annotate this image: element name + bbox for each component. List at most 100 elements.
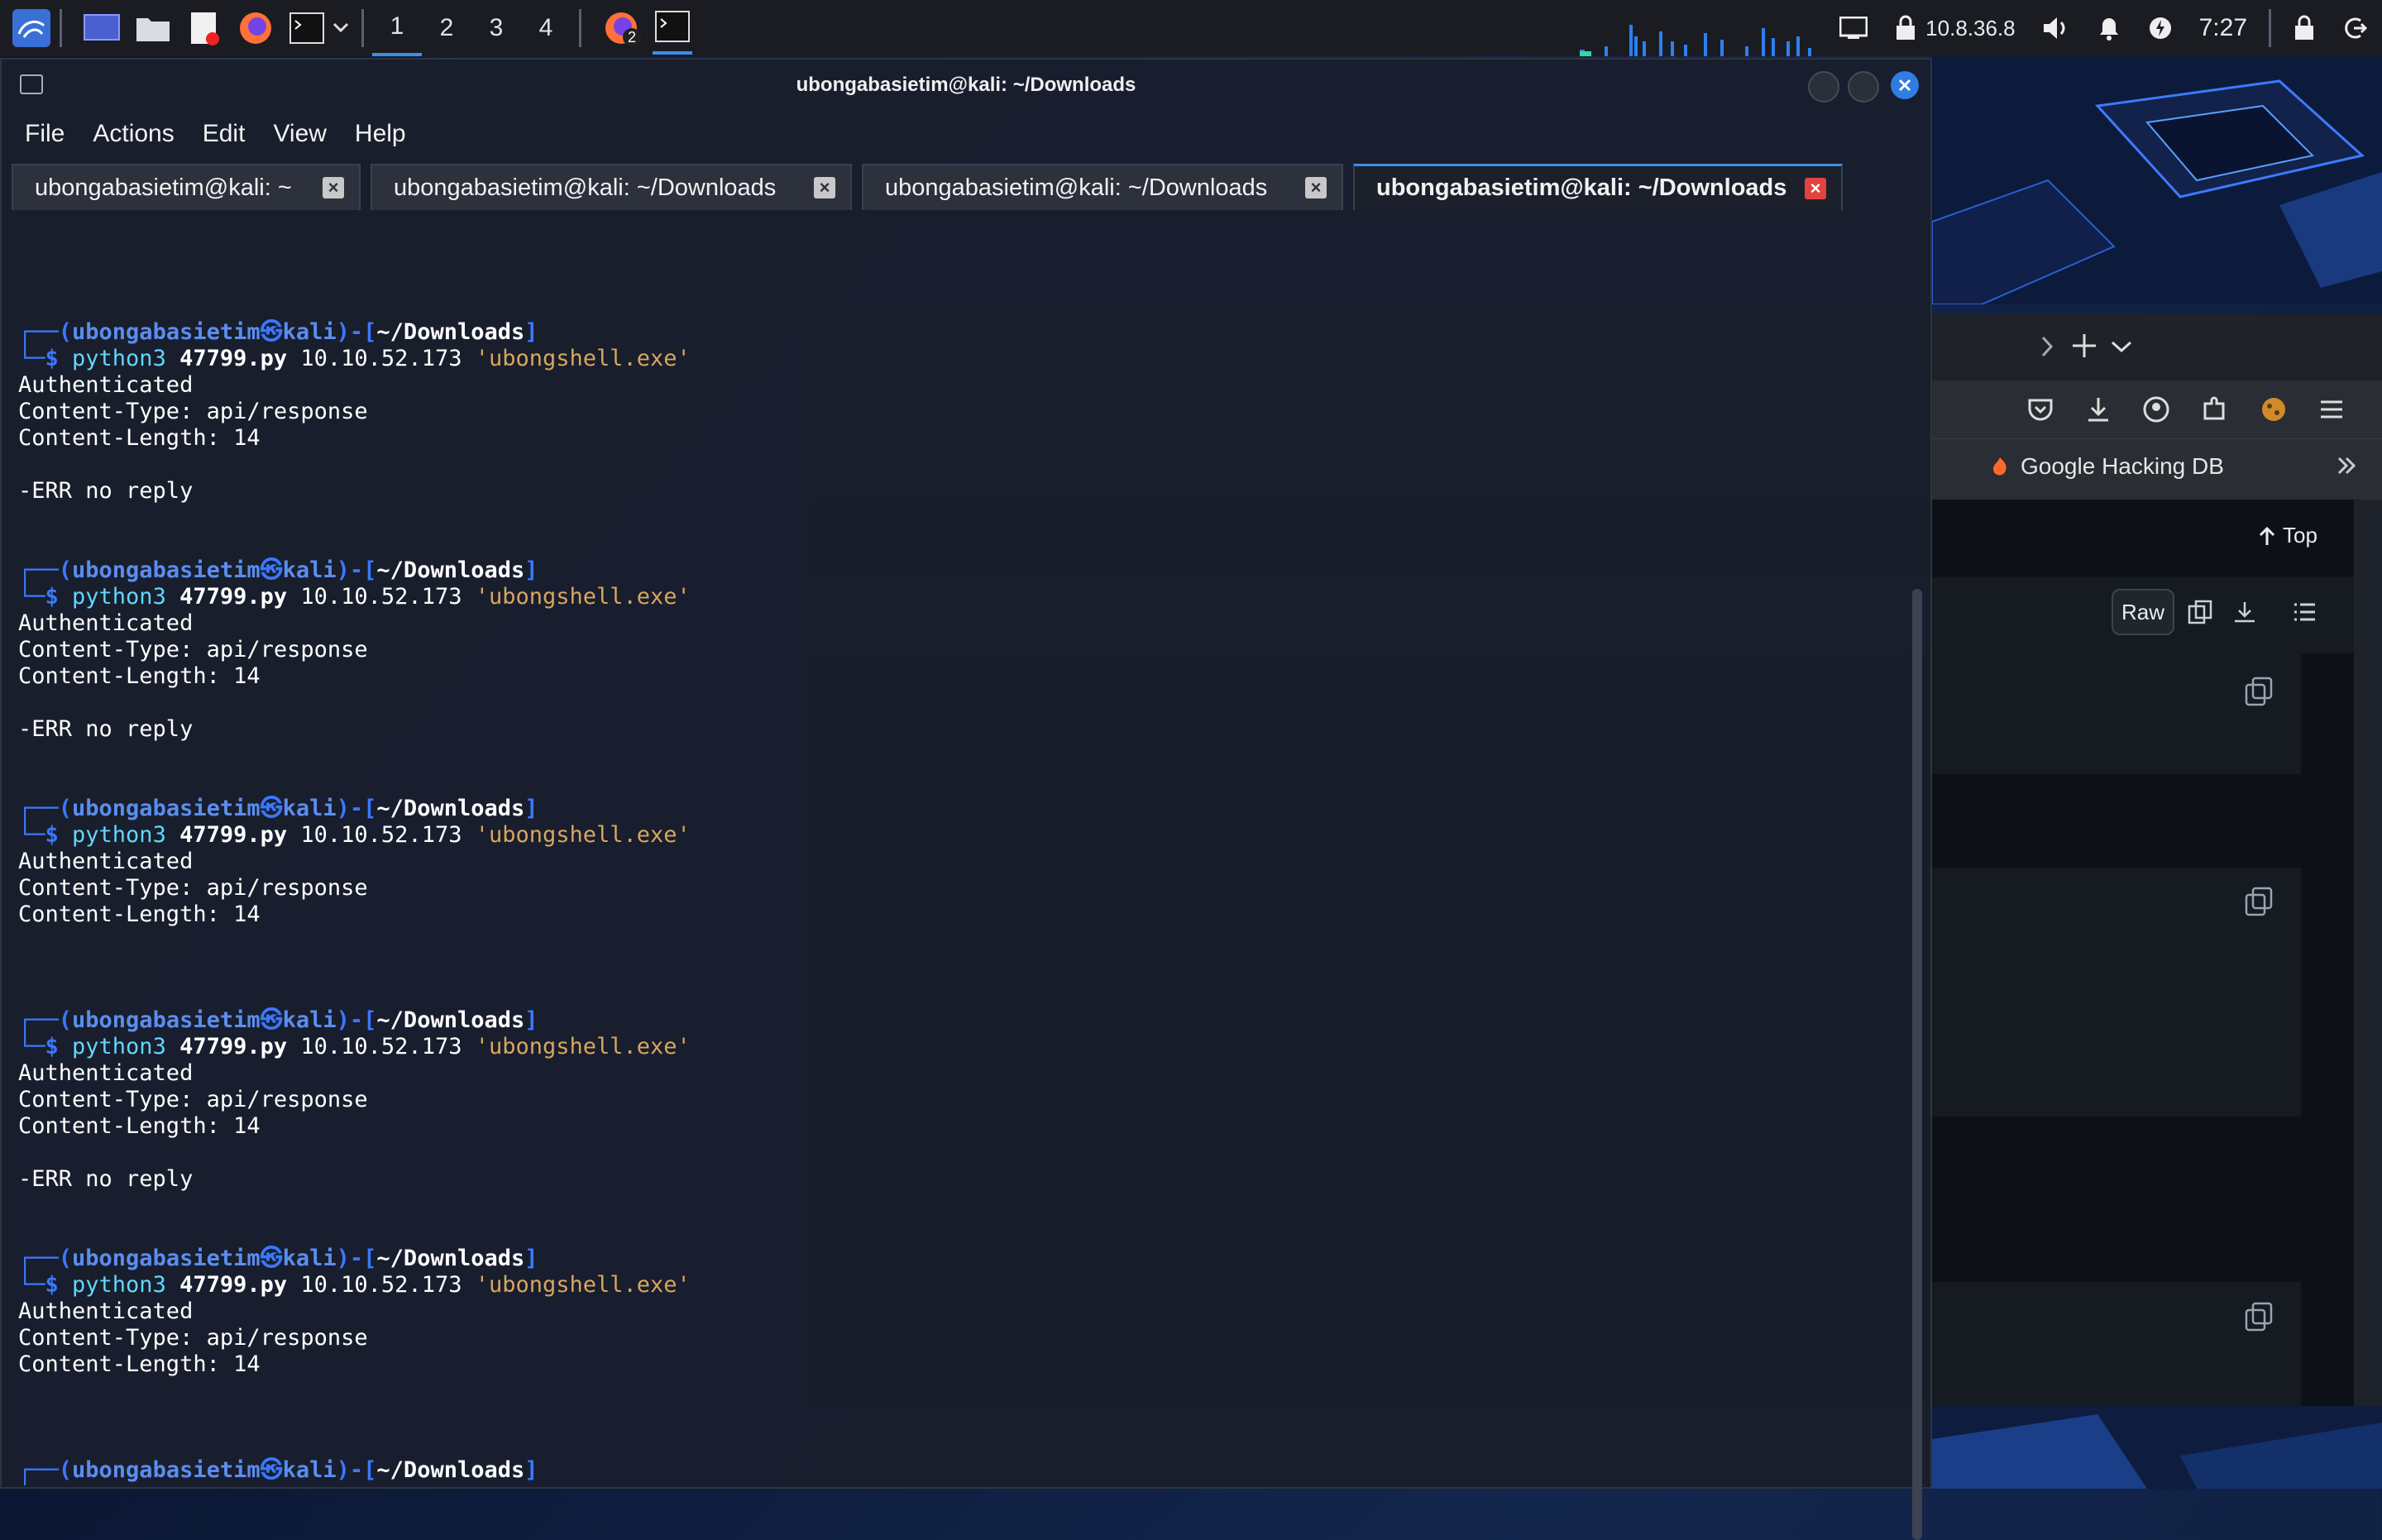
- chevron-right-icon[interactable]: [2035, 334, 2059, 359]
- terminal-tab-4[interactable]: ubongabasietim@kali: ~/Downloads ×: [1353, 164, 1843, 210]
- prompt-line: ┌──(ubongabasietim㉿kali)-[~/Downloads]: [18, 796, 538, 822]
- download-raw-icon[interactable]: [2223, 589, 2266, 635]
- output-line: Content-Length: 14: [18, 425, 261, 451]
- notification-bell-icon[interactable]: [2097, 15, 2121, 41]
- display-icon[interactable]: [1839, 17, 1868, 40]
- terminal-tab-2[interactable]: ubongabasietim@kali: ~/Downloads ×: [371, 164, 852, 210]
- system-tray: 10.8.36.8 7:27: [1826, 0, 2382, 56]
- prompt-directory: ~/Downloads: [376, 1007, 525, 1033]
- lock-screen-icon[interactable]: [2293, 15, 2316, 41]
- command-argument: 'ubongshell.exe': [475, 1034, 691, 1059]
- prompt-bracket: )-[: [336, 1457, 377, 1483]
- prompt-line: ┌──(ubongabasietim㉿kali)-[~/Downloads]: [18, 1246, 538, 1272]
- workspace-4[interactable]: 4: [521, 0, 571, 56]
- prompt-line: ┌──(ubongabasietim㉿kali)-[~/Downloads]: [18, 1007, 538, 1034]
- maximize-button[interactable]: [1848, 71, 1879, 103]
- kali-menu-icon[interactable]: [12, 8, 51, 48]
- copy-code-icon[interactable]: [2245, 887, 2278, 920]
- tab-label: ubongabasietim@kali: ~: [35, 174, 292, 201]
- more-bookmarks-icon[interactable]: [2334, 453, 2359, 485]
- terminal-launcher-icon[interactable]: [287, 8, 327, 48]
- command-script: 47799.py: [179, 822, 301, 848]
- terminal-tab-3[interactable]: ubongabasietim@kali: ~/Downloads ×: [862, 164, 1343, 210]
- show-desktop-icon[interactable]: [82, 8, 122, 48]
- bookmark-google-hacking-db[interactable]: Google Hacking DB: [1989, 453, 2224, 480]
- tab-close-icon[interactable]: ×: [1305, 177, 1327, 198]
- prompt-at: ㉿: [260, 319, 283, 345]
- browser-scrollbar[interactable]: [2354, 500, 2382, 1406]
- command-name: python3: [72, 346, 180, 371]
- tab-close-icon[interactable]: ×: [323, 177, 344, 198]
- raw-button[interactable]: Raw: [2112, 589, 2174, 635]
- text-editor-icon[interactable]: [184, 8, 224, 48]
- top-label: Top: [2283, 523, 2317, 548]
- tab-list-chevron-down-icon[interactable]: [2109, 334, 2134, 359]
- prompt-bracket: )-[: [336, 319, 377, 345]
- output-line: Content-Length: 14: [18, 902, 261, 927]
- close-button[interactable]: [1891, 71, 1919, 99]
- workspace-3[interactable]: 3: [471, 0, 521, 56]
- clock[interactable]: 7:27: [2199, 14, 2247, 42]
- prompt-user: ubongabasietim: [72, 1457, 261, 1483]
- prompt-symbol: └─$: [18, 1034, 73, 1059]
- taskbar-terminal[interactable]: [653, 2, 692, 55]
- pocket-icon[interactable]: [2026, 395, 2054, 428]
- prompt-host: kali: [282, 1457, 337, 1483]
- menu-bar: File Actions Edit View Help: [2, 111, 1930, 157]
- arrow-up-icon: [2259, 526, 2275, 545]
- copy-raw-icon[interactable]: [2179, 589, 2222, 635]
- output-line: Content-Length: 14: [18, 1351, 261, 1377]
- menu-file[interactable]: File: [25, 120, 65, 148]
- taskbar-firefox[interactable]: 2: [601, 8, 641, 48]
- power-icon[interactable]: [2148, 16, 2173, 41]
- command-line: └─$ python3 47799.py 10.10.52.173 'ubong…: [18, 1272, 691, 1298]
- command-ip: 10.10.52.173: [300, 346, 476, 371]
- prompt-bracket: ]: [524, 319, 538, 345]
- terminal-app-icon: [20, 74, 43, 94]
- prompt-bracket: ┌──(: [18, 796, 73, 821]
- menu-edit[interactable]: Edit: [203, 120, 246, 148]
- new-tab-plus-icon[interactable]: [2069, 331, 2099, 361]
- command-ip: 10.10.52.173: [300, 822, 476, 848]
- extensions-icon[interactable]: [2200, 395, 2228, 428]
- panel-separator: [361, 9, 364, 47]
- top-link[interactable]: Top: [2258, 523, 2317, 548]
- logout-icon[interactable]: [2342, 16, 2367, 41]
- command-script: 47799.py: [179, 1272, 301, 1298]
- minimize-button[interactable]: [1808, 71, 1839, 103]
- copy-code-icon[interactable]: [2245, 1302, 2278, 1335]
- tab-close-icon[interactable]: ×: [814, 177, 835, 198]
- vpn-lock-icon[interactable]: [1894, 15, 1917, 41]
- wallpaper-keyboard-image: [1932, 56, 2382, 304]
- volume-icon[interactable]: [2042, 16, 2070, 41]
- cookie-extension-icon[interactable]: [2260, 395, 2288, 428]
- prompt-bracket: )-[: [336, 796, 377, 821]
- copy-code-icon[interactable]: [2245, 677, 2278, 710]
- output-line: Authenticated: [18, 1298, 194, 1324]
- menu-help[interactable]: Help: [355, 120, 406, 148]
- menu-actions[interactable]: Actions: [93, 120, 174, 148]
- outline-list-icon[interactable]: [2283, 589, 2326, 635]
- prompt-bracket: )-[: [336, 1246, 377, 1271]
- workspace-1[interactable]: 1: [372, 0, 422, 56]
- terminal-titlebar[interactable]: ubongabasietim@kali: ~/Downloads: [2, 60, 1930, 111]
- terminal-output[interactable]: ┌──(ubongabasietim㉿kali)-[~/Downloads] └─…: [2, 212, 1904, 1485]
- firefox-icon[interactable]: [236, 8, 275, 48]
- menu-view[interactable]: View: [273, 120, 326, 148]
- prompt-bracket: ]: [524, 1457, 538, 1483]
- command-line: └─$ python3 47799.py 10.10.52.173 'ubong…: [18, 346, 691, 372]
- chevron-down-icon[interactable]: [328, 8, 353, 48]
- file-manager-icon[interactable]: [133, 8, 173, 48]
- account-icon[interactable]: [2142, 395, 2170, 428]
- text-cursor: [72, 1485, 84, 1486]
- downloads-icon[interactable]: [2084, 395, 2112, 428]
- prompt-host: kali: [282, 319, 337, 345]
- terminal-scrollbar[interactable]: [1912, 589, 1922, 1540]
- tab-close-icon[interactable]: ×: [1805, 178, 1826, 199]
- ip-address: 10.8.36.8: [1925, 15, 2016, 41]
- command-script: 47799.py: [179, 1034, 301, 1059]
- prompt-directory: ~/Downloads: [376, 1246, 525, 1271]
- workspace-2[interactable]: 2: [422, 0, 471, 56]
- hamburger-menu-icon[interactable]: [2317, 395, 2346, 428]
- terminal-tab-1[interactable]: ubongabasietim@kali: ~ ×: [12, 164, 361, 210]
